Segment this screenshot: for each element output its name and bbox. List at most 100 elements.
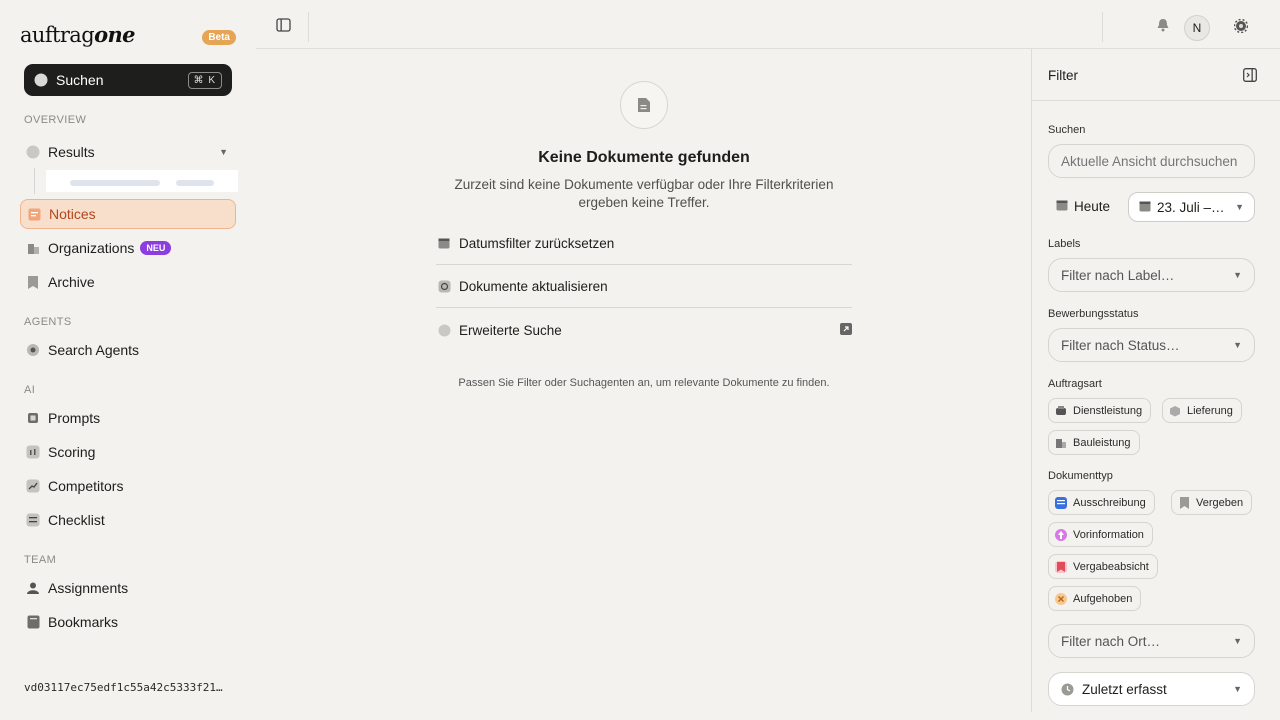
logo-text-bold: one	[94, 22, 135, 47]
clock-icon	[1061, 683, 1074, 696]
chip-cancelled[interactable]: Aufgehoben	[1048, 586, 1142, 611]
chevron-down-icon[interactable]: ▼	[219, 147, 228, 157]
sort-value: Zuletzt erfasst	[1082, 681, 1167, 697]
calendar-icon	[438, 237, 451, 250]
sidebar-item-label: Assignments	[48, 580, 129, 596]
chip-label: Aufgehoben	[1073, 592, 1133, 605]
sort-select[interactable]: Zuletzt erfasst ▼	[1048, 672, 1255, 706]
loading-skeleton	[70, 180, 160, 186]
refresh-icon	[438, 280, 451, 293]
calendar-icon	[1139, 200, 1151, 215]
chevron-down-icon: ▼	[1233, 340, 1242, 350]
sidebar-item-results[interactable]: Results ▼	[20, 137, 236, 167]
chip-awarded[interactable]: Vergeben	[1171, 490, 1253, 515]
sidebar-item-search-agents[interactable]: Search Agents	[20, 335, 236, 365]
sidebar-item-checklist[interactable]: Checklist	[20, 505, 236, 535]
notices-icon	[27, 207, 41, 221]
location-placeholder: Filter nach Ort…	[1061, 633, 1161, 649]
search-label: Suchen	[56, 72, 104, 88]
flag-icon	[1055, 560, 1067, 573]
sidebar-item-label: Results	[48, 144, 95, 160]
chevron-down-icon: ▼	[1233, 636, 1242, 646]
chip-label: Lieferung	[1187, 404, 1233, 417]
brand: auftragone Beta	[20, 22, 236, 50]
chevron-down-icon: ▼	[1235, 202, 1244, 212]
gear-icon[interactable]	[1233, 18, 1249, 36]
search-icon	[438, 324, 451, 337]
sidebar-item-archive[interactable]: Archive	[20, 267, 236, 297]
sidebar-toggle-icon[interactable]	[276, 18, 292, 32]
sidebar-item-label: Competitors	[48, 478, 124, 494]
section-ai: AI	[24, 384, 36, 396]
section-overview: OVERVIEW	[24, 114, 87, 126]
sidebar-item-bookmarks[interactable]: Bookmarks	[20, 607, 236, 637]
chip-delivery[interactable]: Lieferung	[1162, 398, 1242, 423]
sidebar-item-label: Prompts	[48, 410, 101, 426]
loading-skeleton	[176, 180, 214, 186]
empty-state-description: Zurzeit sind keine Dokumente verfügbar o…	[454, 177, 834, 210]
sidebar-item-notices[interactable]: Notices	[20, 199, 236, 229]
bottom-strip	[256, 712, 1280, 720]
location-select[interactable]: Filter nach Ort… ▼	[1048, 624, 1255, 658]
action-label: Erweiterte Suche	[459, 322, 562, 338]
divider	[308, 12, 309, 42]
advanced-search-action[interactable]: Erweiterte Suche	[436, 309, 852, 351]
chip-service[interactable]: Dienstleistung	[1048, 398, 1152, 423]
top-bar: N	[256, 0, 1280, 48]
beta-badge: Beta	[202, 30, 236, 45]
chip-tender[interactable]: Ausschreibung	[1048, 490, 1155, 515]
chip-label: Ausschreibung	[1073, 496, 1146, 509]
search-shortcut: ⌘ K	[187, 71, 222, 89]
user-icon	[26, 581, 40, 595]
logo[interactable]: auftragone	[20, 22, 136, 47]
today-label: Heute	[1074, 199, 1111, 214]
bookmark-icon	[26, 275, 40, 289]
sidebar-item-label: Notices	[49, 206, 96, 222]
chip-prior-info[interactable]: Vorinformation	[1048, 522, 1153, 547]
section-team: TEAM	[24, 554, 57, 566]
divider	[1102, 12, 1103, 42]
date-range-value: 23. Juli –…	[1157, 199, 1225, 215]
search-agent-icon	[26, 343, 40, 357]
action-label: Datumsfilter zurücksetzen	[459, 236, 615, 251]
service-icon	[1055, 405, 1067, 417]
sidebar-item-organizations[interactable]: Organizations NEU	[20, 233, 236, 263]
panel-collapse-icon[interactable]	[1243, 68, 1257, 85]
logo-text-light: auftrag	[20, 23, 95, 47]
sidebar-item-label: Scoring	[48, 444, 96, 460]
chip-award-intent[interactable]: Vergabeabsicht	[1048, 554, 1158, 579]
sidebar-item-prompts[interactable]: Prompts	[20, 403, 236, 433]
status-select[interactable]: Filter nach Status… ▼	[1048, 328, 1255, 362]
sidebar-item-scoring[interactable]: Scoring	[20, 437, 236, 467]
results-icon	[26, 145, 40, 159]
filter-header: Filter	[1032, 49, 1280, 101]
sidebar-item-competitors[interactable]: Competitors	[20, 471, 236, 501]
reset-date-filter-action[interactable]: Datumsfilter zurücksetzen	[436, 223, 852, 265]
sidebar-item-label: Bookmarks	[48, 614, 119, 630]
results-sub-item-placeholder[interactable]	[46, 170, 238, 192]
global-search-button[interactable]: Suchen ⌘ K	[24, 64, 232, 96]
labels-select[interactable]: Filter nach Label… ▼	[1048, 258, 1255, 292]
today-button[interactable]: Heute	[1056, 199, 1110, 214]
chevron-down-icon: ▼	[1233, 270, 1242, 280]
building-icon	[26, 241, 40, 255]
date-range-picker[interactable]: 23. Juli –… ▼	[1128, 192, 1255, 222]
external-link-icon	[840, 322, 852, 338]
search-icon	[34, 73, 48, 87]
construction-icon	[1055, 437, 1067, 449]
refresh-documents-action[interactable]: Dokumente aktualisieren	[436, 266, 852, 308]
main-content: Keine Dokumente gefunden Zurzeit sind ke…	[256, 48, 1032, 712]
bell-icon[interactable]	[1156, 18, 1170, 35]
sidebar-item-assignments[interactable]: Assignments	[20, 573, 236, 603]
avatar[interactable]: N	[1184, 15, 1210, 41]
filter-search-input[interactable]	[1048, 144, 1255, 178]
section-agents: AGENTS	[24, 316, 72, 328]
status-placeholder: Filter nach Status…	[1061, 337, 1180, 353]
calendar-icon	[1056, 199, 1068, 214]
empty-state-icon	[620, 81, 668, 129]
chip-label: Vorinformation	[1073, 528, 1144, 541]
chip-construction[interactable]: Bauleistung	[1048, 430, 1140, 455]
bookmarks-icon	[26, 615, 40, 629]
sidebar-item-label: Archive	[48, 274, 95, 290]
bookmark-icon	[1178, 496, 1190, 509]
